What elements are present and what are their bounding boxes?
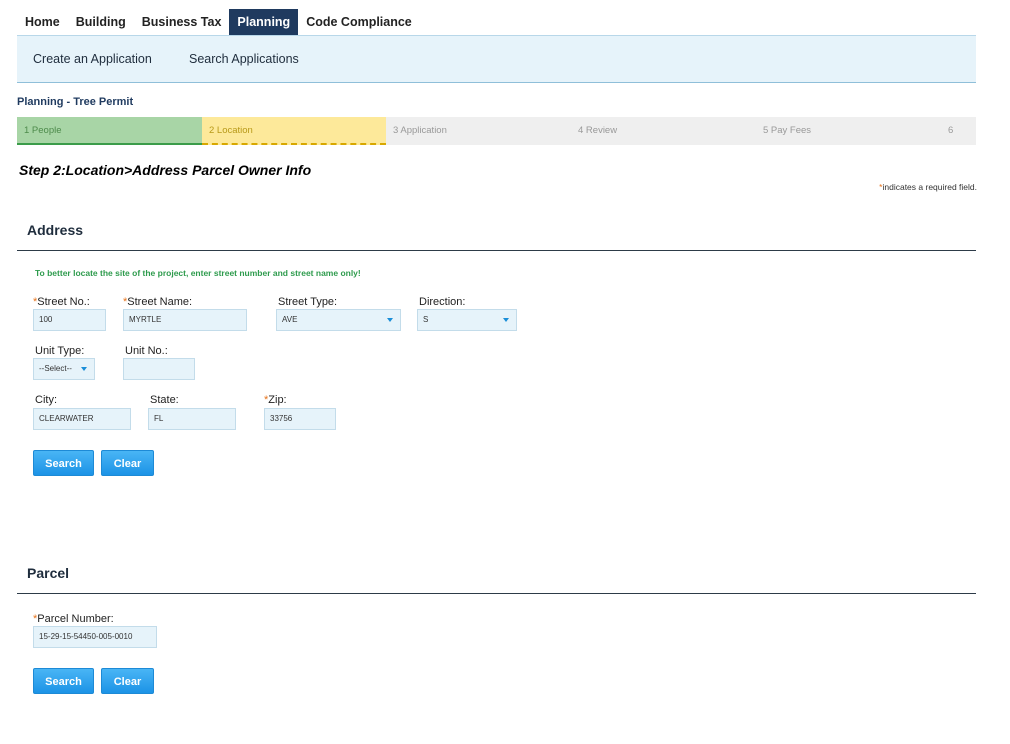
direction-value: S <box>423 315 429 324</box>
unit-type-label: Unit Type: <box>35 345 85 357</box>
chevron-down-icon <box>81 367 87 371</box>
progress-step-pay-fees: 5 Pay Fees <box>756 117 941 145</box>
street-type-value: AVE <box>282 315 298 324</box>
address-search-button[interactable]: Search <box>33 450 94 476</box>
tab-code-compliance[interactable]: Code Compliance <box>298 9 420 35</box>
city-label: City: <box>35 394 57 406</box>
address-section-title: Address <box>27 222 84 238</box>
address-clear-button[interactable]: Clear <box>101 450 154 476</box>
parcel-search-button[interactable]: Search <box>33 668 94 694</box>
create-application-link[interactable]: Create an Application <box>33 52 152 66</box>
tab-home[interactable]: Home <box>17 9 68 35</box>
street-type-select[interactable]: AVE <box>276 309 401 331</box>
required-note: *indicates a required field. <box>879 182 977 192</box>
progress-bar: 1 People 2 Location 3 Application 4 Revi… <box>17 117 976 145</box>
progress-step-review: 4 Review <box>571 117 756 145</box>
tab-business-tax[interactable]: Business Tax <box>134 9 230 35</box>
street-no-input[interactable]: 100 <box>33 309 106 331</box>
address-divider <box>17 250 976 251</box>
progress-step-people[interactable]: 1 People <box>17 117 202 145</box>
address-hint: To better locate the site of the project… <box>35 268 361 278</box>
street-type-label: Street Type: <box>278 296 338 308</box>
sub-nav: Create an Application Search Application… <box>17 35 976 83</box>
parcel-number-label: *Parcel Number: <box>33 613 114 625</box>
progress-step-location[interactable]: 2 Location <box>202 117 386 145</box>
chevron-down-icon <box>387 318 393 322</box>
zip-input[interactable]: 33756 <box>264 408 336 430</box>
street-no-label: *Street No.: <box>33 296 90 308</box>
city-input[interactable]: CLEARWATER <box>33 408 131 430</box>
parcel-clear-button[interactable]: Clear <box>101 668 154 694</box>
chevron-down-icon <box>503 318 509 322</box>
unit-type-value: --Select-- <box>39 364 72 373</box>
state-label: State: <box>150 394 179 406</box>
progress-step-6: 6 <box>941 117 976 145</box>
state-input[interactable]: FL <box>148 408 236 430</box>
search-applications-link[interactable]: Search Applications <box>189 52 299 66</box>
step-heading: Step 2:Location>Address Parcel Owner Inf… <box>19 162 312 178</box>
unit-type-select[interactable]: --Select-- <box>33 358 95 380</box>
street-name-label: *Street Name: <box>123 296 193 308</box>
direction-select[interactable]: S <box>417 309 517 331</box>
street-name-input[interactable]: MYRTLE <box>123 309 247 331</box>
tab-building[interactable]: Building <box>68 9 134 35</box>
page-title: Planning - Tree Permit <box>17 96 134 108</box>
direction-label: Direction: <box>419 296 466 308</box>
unit-no-label: Unit No.: <box>125 345 168 357</box>
zip-label: *Zip: <box>264 394 287 406</box>
unit-no-input[interactable] <box>123 358 195 380</box>
progress-step-application: 3 Application <box>386 117 571 145</box>
required-note-text: indicates a required field. <box>882 182 977 192</box>
parcel-section-title: Parcel <box>27 565 70 581</box>
parcel-number-input[interactable]: 15-29-15-54450-005-0010 <box>33 626 157 648</box>
top-nav: Home Building Business Tax Planning Code… <box>17 9 420 40</box>
parcel-divider <box>17 593 976 594</box>
tab-planning[interactable]: Planning <box>229 9 299 40</box>
